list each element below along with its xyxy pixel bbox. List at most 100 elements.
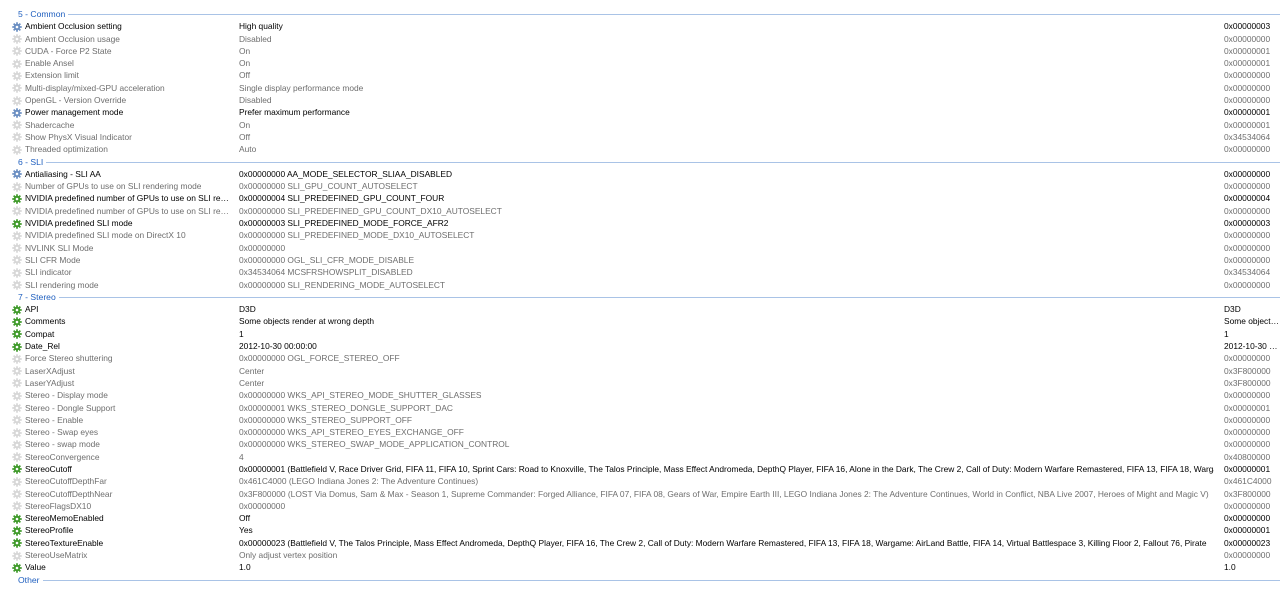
- setting-row[interactable]: Stereo - swap mode 0x00000000 WKS_STEREO_…: [0, 438, 1280, 450]
- setting-hex: 0x00000000: [1224, 279, 1271, 290]
- gear-grey-icon: [12, 34, 22, 44]
- setting-hex: 0x3F800000: [1224, 488, 1271, 499]
- setting-value: 0x3F800000 (LOST Via Domus, Sam & Max - …: [239, 488, 1209, 499]
- setting-row[interactable]: Ambient Occlusion setting High quality 0x0…: [0, 20, 1280, 32]
- setting-row[interactable]: LaserYAdjust Center 0x3F800000: [0, 377, 1280, 389]
- setting-hex: 0x00000001: [1224, 45, 1271, 56]
- setting-hex: 0x00000000: [1224, 82, 1271, 93]
- setting-name: StereoUseMatrix: [25, 550, 88, 561]
- setting-row[interactable]: Comments Some objects render at wrong dep…: [0, 315, 1280, 327]
- group-label: 7 - Stereo: [18, 291, 56, 302]
- setting-name: Value: [25, 562, 46, 573]
- setting-row[interactable]: SLI CFR Mode 0x00000000 OGL_SLI_CFR_MODE_…: [0, 254, 1280, 266]
- setting-row[interactable]: SLI rendering mode 0x00000000 SLI_RENDERI…: [0, 279, 1280, 291]
- setting-row[interactable]: Number of GPUs to use on SLI rendering m…: [0, 180, 1280, 192]
- setting-value: D3D: [239, 304, 256, 315]
- setting-row[interactable]: StereoConvergence 4 0x40800000: [0, 451, 1280, 463]
- setting-row[interactable]: StereoCutoff 0x00000001 (Battlefield V, R…: [0, 463, 1280, 475]
- setting-name: Stereo - swap mode: [25, 439, 100, 450]
- setting-row[interactable]: Stereo - Display mode 0x00000000 WKS_API_…: [0, 389, 1280, 401]
- setting-row[interactable]: API D3D D3D: [0, 303, 1280, 315]
- setting-row[interactable]: Stereo - Swap eyes 0x00000000 WKS_API_STE…: [0, 426, 1280, 438]
- group-header[interactable]: 7 - Stereo: [0, 291, 1280, 303]
- setting-row[interactable]: StereoCutoffDepthNear 0x3F800000 (LOST Vi…: [0, 488, 1280, 500]
- setting-row[interactable]: NVIDIA predefined SLI mode on DirectX 10…: [0, 229, 1280, 241]
- setting-row[interactable]: NVIDIA predefined SLI mode 0x00000003 SLI…: [0, 217, 1280, 229]
- setting-value: 0x00000000 SLI_PREDEFINED_GPU_COUNT_DX10…: [239, 205, 502, 216]
- setting-row[interactable]: StereoProfile Yes 0x00000001: [0, 524, 1280, 536]
- setting-row[interactable]: Stereo - Enable 0x00000000 WKS_STEREO_SUP…: [0, 414, 1280, 426]
- gear-grey-icon: [12, 46, 22, 57]
- setting-row[interactable]: Show PhysX Visual Indicator Off 0x34534064: [0, 131, 1280, 143]
- gear-grey-icon: [12, 280, 22, 290]
- setting-row[interactable]: Ambient Occlusion usage Disabled 0x0000000…: [0, 33, 1280, 45]
- setting-hex: 0x00000001: [1224, 107, 1271, 118]
- setting-row[interactable]: Threaded optimization Auto 0x00000000: [0, 143, 1280, 155]
- setting-name: LaserXAdjust: [25, 365, 75, 376]
- setting-name: Comments: [25, 316, 66, 327]
- group-header[interactable]: 5 - Common: [0, 8, 1280, 20]
- gear-grey-icon: [12, 452, 22, 462]
- setting-value: Some objects render at wrong depth: [239, 316, 375, 327]
- setting-hex: 0x00000000: [1224, 550, 1271, 561]
- setting-row[interactable]: Compat 1 1: [0, 328, 1280, 340]
- setting-row[interactable]: Antialiasing - SLI AA 0x00000000 AA_MODE_…: [0, 168, 1280, 180]
- gear-grey-icon: [12, 427, 22, 438]
- setting-row[interactable]: Date_Rel 2012-10-30 00:00:00 2012-10-30 00…: [0, 340, 1280, 352]
- setting-hex: 0x00000000: [1224, 230, 1271, 241]
- setting-name: StereoMemoEnabled: [25, 513, 104, 524]
- gear-green-icon: [12, 341, 22, 352]
- setting-row[interactable]: StereoFlagsDX10 0x00000000 0x00000000: [0, 500, 1280, 512]
- gear-grey-icon: [12, 58, 22, 69]
- group-divider: [43, 579, 1280, 581]
- setting-value: Auto: [239, 144, 257, 155]
- setting-row[interactable]: StereoCutoffDepthFar 0x461C4000 (LEGO Ind…: [0, 475, 1280, 487]
- setting-row[interactable]: Power management mode Prefer maximum perf…: [0, 106, 1280, 118]
- setting-value: 0x00000000: [239, 500, 286, 511]
- setting-value: Disabled: [239, 33, 272, 44]
- setting-name: Ambient Occlusion usage: [25, 33, 120, 44]
- setting-hex: 0x00000000: [1224, 95, 1271, 106]
- setting-row[interactable]: Value 1.0 1.0: [0, 561, 1280, 573]
- gear-green-icon: [12, 513, 22, 524]
- setting-hex: 0x00000000: [1224, 427, 1271, 438]
- setting-row[interactable]: StereoUseMatrix Only adjust vertex positi…: [0, 549, 1280, 561]
- gear-grey-icon: [12, 231, 22, 241]
- setting-row[interactable]: Force Stereo shuttering 0x00000000 OGL_FO…: [0, 352, 1280, 364]
- setting-row[interactable]: SLI indicator 0x34534064 MCSFRSHOWSPLIT_D…: [0, 266, 1280, 278]
- setting-hex: 0x00000000: [1224, 168, 1271, 179]
- setting-hex: 0x00000001: [1224, 58, 1271, 69]
- setting-name: Threaded optimization: [25, 144, 108, 155]
- setting-row[interactable]: StereoTextureEnable 0x00000023 (Battlefie…: [0, 537, 1280, 549]
- setting-row[interactable]: NVLINK SLI Mode 0x00000000 0x00000000: [0, 242, 1280, 254]
- setting-name: Extension limit: [25, 70, 79, 81]
- setting-value: Center: [239, 377, 265, 388]
- setting-row[interactable]: NVIDIA predefined number of GPUs to use …: [0, 192, 1280, 204]
- gear-grey-icon: [12, 501, 22, 512]
- setting-hex: 1.0: [1224, 562, 1236, 573]
- group-divider: [46, 161, 1280, 163]
- setting-row[interactable]: Stereo - Dongle Support 0x00000001 WKS_ST…: [0, 402, 1280, 414]
- setting-name: StereoCutoffDepthFar: [25, 476, 107, 487]
- setting-row[interactable]: Enable Ansel On 0x00000001: [0, 57, 1280, 69]
- gear-green-icon: [12, 329, 22, 339]
- setting-value: 0x00000000 WKS_STEREO_SWAP_MODE_APPLICAT…: [239, 439, 510, 450]
- gear-green-icon: [12, 218, 22, 229]
- setting-row[interactable]: CUDA - Force P2 State On 0x00000001: [0, 45, 1280, 57]
- group-header[interactable]: Other: [0, 574, 1280, 586]
- setting-hex: D3D: [1224, 304, 1241, 315]
- setting-name: Date_Rel: [25, 341, 60, 352]
- setting-row[interactable]: StereoMemoEnabled Off 0x00000000: [0, 512, 1280, 524]
- setting-value: Center: [239, 365, 265, 376]
- gear-grey-icon: [12, 255, 22, 266]
- setting-row[interactable]: Shadercache On 0x00000001: [0, 119, 1280, 131]
- setting-row[interactable]: LaserXAdjust Center 0x3F800000: [0, 365, 1280, 377]
- setting-value: 0x00000000 WKS_API_STEREO_EYES_EXCHANGE_…: [239, 427, 464, 438]
- setting-row[interactable]: Extension limit Off 0x00000000: [0, 69, 1280, 81]
- setting-name: Number of GPUs to use on SLI rendering m…: [25, 181, 202, 192]
- gear-grey-icon: [12, 83, 22, 94]
- setting-row[interactable]: OpenGL - Version Override Disabled 0x00000…: [0, 94, 1280, 106]
- group-header[interactable]: 6 - SLI: [0, 156, 1280, 168]
- setting-row[interactable]: Multi-display/mixed-GPU acceleration Sing…: [0, 82, 1280, 94]
- setting-row[interactable]: NVIDIA predefined number of GPUs to use …: [0, 205, 1280, 217]
